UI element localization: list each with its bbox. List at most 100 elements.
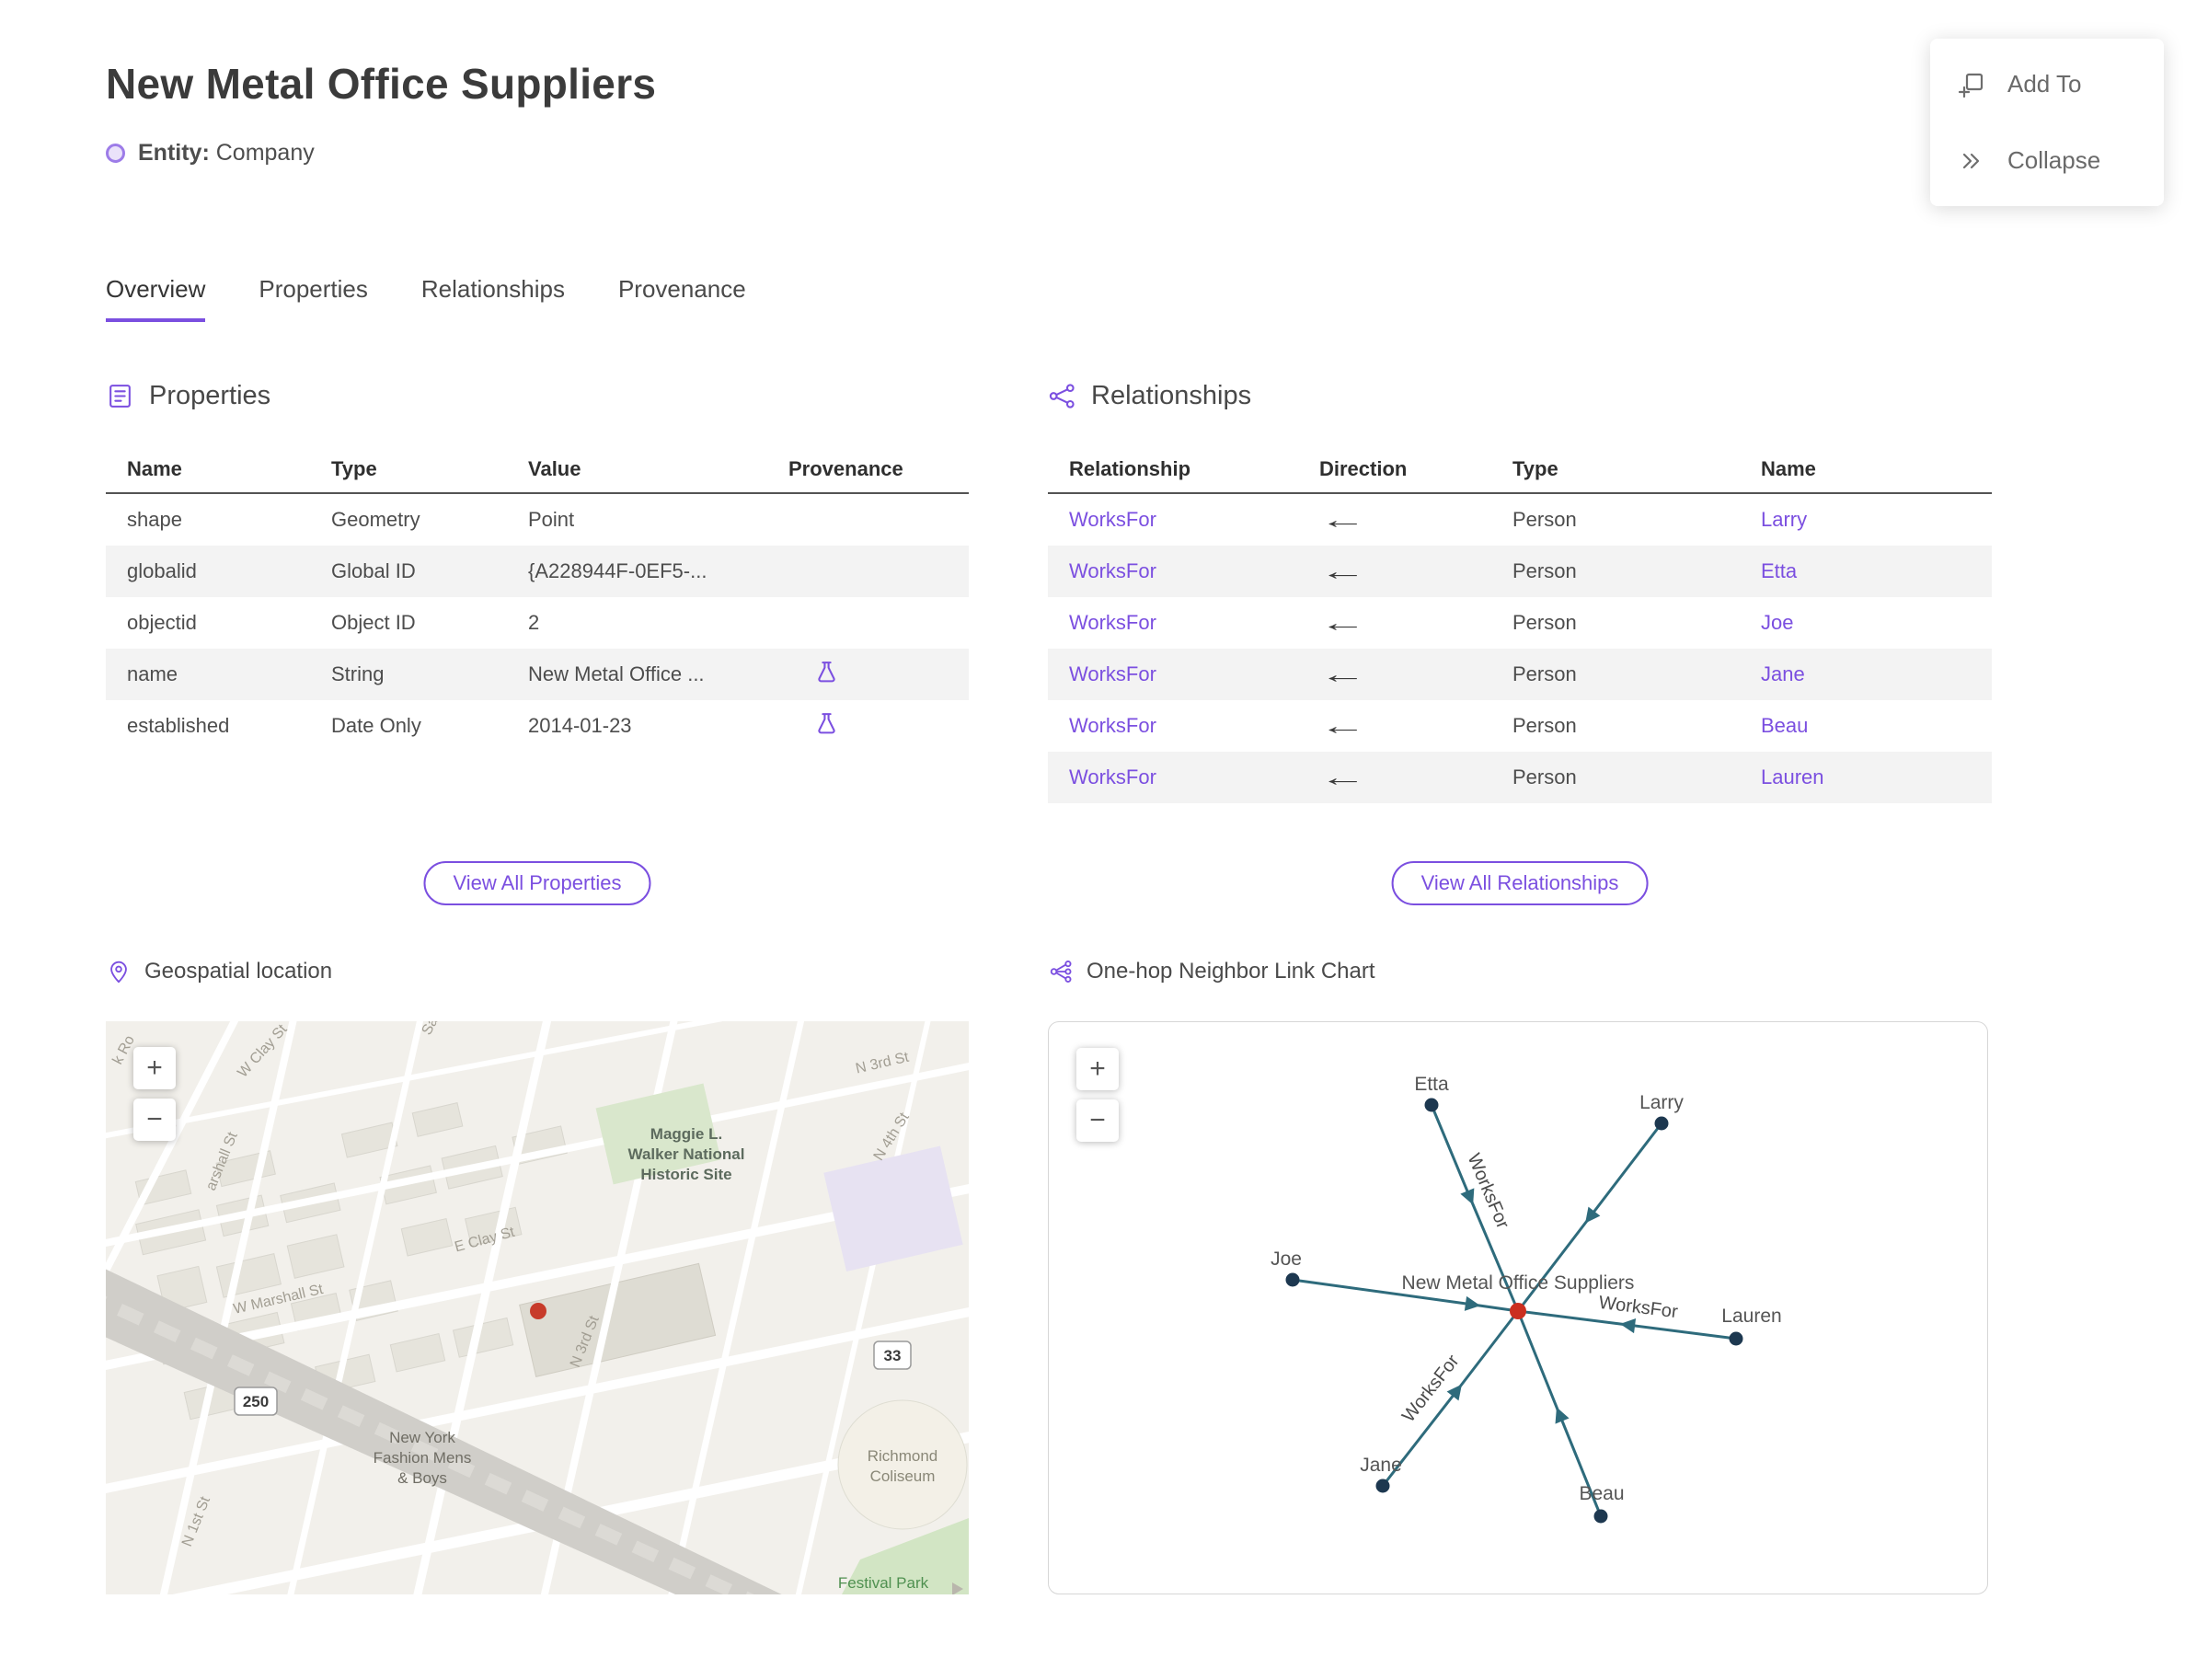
related-entity-link[interactable]: Etta [1761, 559, 1992, 583]
col-name: Name [127, 457, 182, 480]
col-type: Type [331, 457, 377, 480]
properties-panel: Properties Name Type Value Provenance sh… [106, 381, 969, 905]
col-name: Name [1761, 457, 1816, 480]
col-provenance: Provenance [788, 457, 903, 480]
svg-text:Historic Site: Historic Site [640, 1166, 731, 1183]
actions-card: Add To Collapse [1930, 39, 2164, 206]
relationship-row: WorksFor ← Person Joe [1048, 597, 1992, 649]
link-chart-canvas[interactable]: + − WorksFor WorksFor WorksFor Etta Larr… [1048, 1021, 1988, 1594]
property-value: 2014-01-23 [528, 714, 632, 737]
property-value: 2 [528, 611, 540, 634]
page-title: New Metal Office Suppliers [106, 60, 657, 108]
node-label-beau: Beau [1579, 1483, 1624, 1504]
relationship-row: WorksFor ← Person Larry [1048, 494, 1992, 546]
property-row: globalid Global ID {A228944F-0EF5-... [106, 546, 969, 597]
properties-table-header: Name Type Value Provenance [106, 444, 969, 494]
tab-bar: Overview Properties Relationships Proven… [106, 275, 2208, 322]
chart-zoom-control: + − [1076, 1048, 1119, 1142]
node-label-etta: Etta [1414, 1074, 1449, 1095]
property-value: New Metal Office ... [528, 662, 705, 685]
col-value: Value [528, 457, 581, 480]
tab-properties[interactable]: Properties [259, 275, 368, 322]
node-joe[interactable] [1285, 1272, 1300, 1287]
node-larry[interactable] [1654, 1116, 1669, 1131]
related-entity-link[interactable]: Lauren [1761, 765, 1992, 789]
map-pin-icon [110, 961, 127, 984]
edge-label-worksfor: WorksFor [1598, 1293, 1680, 1322]
col-direction: Direction [1319, 457, 1408, 480]
coliseum-area [837, 1399, 968, 1530]
direction-left-arrow-icon: ← [1319, 660, 1367, 688]
node-lauren[interactable] [1729, 1331, 1743, 1346]
center-node-label: New Metal Office Suppliers [1402, 1272, 1635, 1294]
tab-relationships[interactable]: Relationships [421, 275, 565, 322]
map-zoom-out-button[interactable]: − [133, 1099, 176, 1141]
property-row: shape Geometry Point [106, 494, 969, 546]
collapse-button[interactable]: Collapse [1930, 122, 2164, 199]
node-label-jane: Jane [1360, 1455, 1402, 1476]
node-etta[interactable] [1424, 1098, 1439, 1112]
map-location-marker[interactable] [530, 1303, 546, 1319]
chart-zoom-in-button[interactable]: + [1076, 1048, 1119, 1090]
view-all-properties-button[interactable]: View All Properties [423, 861, 651, 905]
relationship-link[interactable]: WorksFor [1069, 765, 1319, 789]
svg-text:& Boys: & Boys [397, 1469, 447, 1487]
node-label-lauren: Lauren [1721, 1306, 1781, 1327]
relationships-table: Relationship Direction Type Name WorksFo… [1048, 444, 1992, 803]
svg-text:250: 250 [243, 1393, 269, 1410]
relationship-link[interactable]: WorksFor [1069, 662, 1319, 686]
property-name: objectid [127, 611, 197, 634]
property-name: shape [127, 508, 182, 531]
double-chevron-right-icon [1962, 153, 1980, 168]
related-entity-link[interactable]: Jane [1761, 662, 1992, 686]
property-type: String [331, 662, 385, 685]
tab-overview[interactable]: Overview [106, 275, 206, 322]
relationship-link[interactable]: WorksFor [1069, 559, 1319, 583]
edge-label-worksfor: WorksFor [1398, 1351, 1464, 1426]
svg-text:Walker National: Walker National [628, 1145, 745, 1163]
related-entity-link[interactable]: Beau [1761, 714, 1992, 738]
map-zoom-control: + − [133, 1047, 176, 1141]
relationship-link[interactable]: WorksFor [1069, 508, 1319, 532]
svg-text:Fashion Mens: Fashion Mens [374, 1449, 472, 1467]
provenance-flask-icon[interactable] [814, 660, 969, 690]
direction-left-arrow-icon: ← [1319, 557, 1367, 585]
basemap: 250 33 k Ro W Clay St Sa N 3rd St N 4th … [106, 1021, 969, 1594]
related-entity-link[interactable]: Larry [1761, 508, 1992, 532]
properties-section-title: Properties [149, 381, 271, 410]
relationship-link[interactable]: WorksFor [1069, 611, 1319, 635]
link-chart-section-title: One-hop Neighbor Link Chart [1087, 959, 1375, 984]
route-shield-250: 250 [234, 1387, 278, 1416]
add-to-button[interactable]: Add To [1930, 46, 2164, 122]
property-row: objectid Object ID 2 [106, 597, 969, 649]
tab-provenance[interactable]: Provenance [618, 275, 746, 322]
view-all-relationships-button[interactable]: View All Relationships [1391, 861, 1649, 905]
node-center-entity[interactable] [1510, 1303, 1526, 1319]
col-relationship: Relationship [1069, 457, 1191, 480]
node-label-joe: Joe [1271, 1248, 1302, 1270]
svg-text:33: 33 [884, 1347, 902, 1364]
relationship-row: WorksFor ← Person Lauren [1048, 752, 1992, 803]
property-type: Object ID [331, 611, 416, 634]
svg-text:Maggie L.: Maggie L. [650, 1125, 722, 1143]
direction-left-arrow-icon: ← [1319, 505, 1367, 534]
node-beau[interactable] [1593, 1509, 1608, 1524]
relationship-link[interactable]: WorksFor [1069, 714, 1319, 738]
property-type: Date Only [331, 714, 421, 737]
relationship-row: WorksFor ← Person Etta [1048, 546, 1992, 597]
provenance-flask-icon[interactable] [814, 711, 969, 742]
chart-zoom-out-button[interactable]: − [1076, 1099, 1119, 1142]
property-value: Point [528, 508, 575, 531]
col-type: Type [1512, 457, 1558, 480]
node-label-larry: Larry [1639, 1092, 1684, 1113]
node-jane[interactable] [1375, 1479, 1390, 1493]
property-type: Geometry [331, 508, 420, 531]
relationships-panel: Relationships Relationship Direction Typ… [1048, 381, 1992, 905]
relationships-table-header: Relationship Direction Type Name [1048, 444, 1992, 494]
relationship-row: WorksFor ← Person Beau [1048, 700, 1992, 752]
map-canvas[interactable]: + − 250 33 k Ro W Clay St Sa N 3rd St N … [106, 1021, 969, 1594]
related-entity-link[interactable]: Joe [1761, 611, 1992, 635]
svg-text:Coliseum: Coliseum [870, 1467, 936, 1485]
map-zoom-in-button[interactable]: + [133, 1047, 176, 1089]
svg-text:New York: New York [389, 1429, 455, 1446]
